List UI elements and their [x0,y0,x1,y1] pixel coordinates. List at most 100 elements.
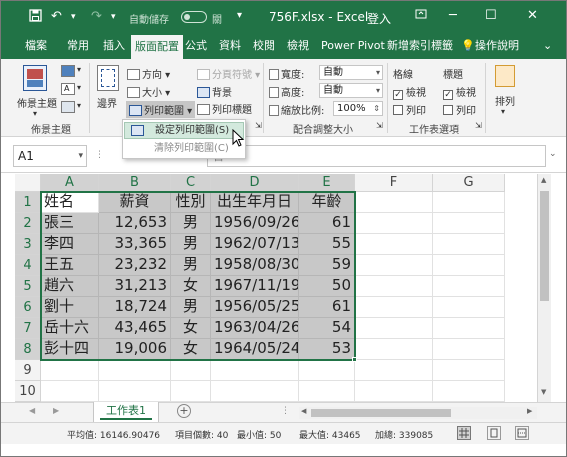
set-print-area-item[interactable]: 設定列印範圍(S) [124,122,244,139]
table-cell[interactable]: 女 [171,318,211,339]
scale-launcher-icon[interactable]: ⇲ [376,121,383,130]
autosave-toggle[interactable] [181,11,207,23]
table-cell[interactable]: 性別 [171,192,211,213]
print-titles-button[interactable]: 列印標題 [197,101,252,116]
table-cell[interactable]: 1963/04/26 [211,318,299,339]
normal-view-icon[interactable] [457,426,471,440]
column-header[interactable]: A [41,174,99,192]
gridlines-print-checkbox[interactable]: 列印 [393,102,426,117]
scroll-left-icon[interactable]: ◀ [301,407,306,415]
scroll-right-icon[interactable]: ▶ [527,407,532,415]
fill-handle[interactable] [352,357,357,362]
table-cell[interactable] [355,360,433,381]
size-button[interactable]: 大小 ▾ [127,84,170,99]
table-cell[interactable] [211,360,299,381]
table-cell[interactable] [171,381,211,402]
row-header[interactable]: 5 [15,276,41,297]
table-cell[interactable] [355,234,433,255]
theme-effects-dropdown-icon[interactable]: ▾ [77,101,81,110]
theme-effects-icon[interactable] [61,101,75,113]
row-header[interactable]: 9 [15,360,41,381]
table-cell[interactable]: 王五 [41,255,99,276]
orientation-button[interactable]: 方向 ▾ [127,66,170,81]
table-cell[interactable]: 男 [171,234,211,255]
height-select[interactable]: 自動 ▾ [319,83,383,98]
table-cell[interactable] [433,318,505,339]
sheet-tab-1[interactable]: 工作表1 [93,402,159,423]
table-cell[interactable] [171,360,211,381]
table-cell[interactable]: 張三 [41,213,99,234]
customize-qat-icon[interactable]: ▾ [237,10,242,21]
column-header[interactable]: D [211,174,299,192]
table-cell[interactable] [433,213,505,234]
arrange-button[interactable]: 排列 [495,93,515,108]
table-cell[interactable]: 33,365 [99,234,171,255]
row-header[interactable]: 3 [15,234,41,255]
undo-icon[interactable]: ↶ [51,9,62,24]
collapse-ribbon-icon[interactable]: ⌄ [539,33,556,59]
table-cell[interactable]: 18,724 [99,297,171,318]
themes-button[interactable]: 佈景主題 [17,95,57,110]
horizontal-scrollbar[interactable]: ◀ ▶ [299,407,537,419]
table-cell[interactable] [433,276,505,297]
table-cell[interactable]: 1956/09/26 [211,213,299,234]
worksheet-grid[interactable]: A B C D E F G 1 姓名 薪資 性別 出生年月日 年齡 2 張三 12,653 男 1956/09/2… [15,174,551,423]
table-cell[interactable]: 李四 [41,234,99,255]
table-cell[interactable]: 姓名 [41,192,99,213]
table-cell[interactable] [355,276,433,297]
column-header[interactable]: B [99,174,171,192]
theme-colors-icon[interactable] [61,65,75,77]
arrange-dropdown-icon[interactable]: ▾ [501,107,505,116]
column-header[interactable]: G [433,174,505,192]
table-cell[interactable]: 19,006 [99,339,171,360]
breaks-button[interactable]: 分頁符號 ▾ [197,66,260,81]
column-header[interactable]: C [171,174,211,192]
table-cell[interactable] [355,297,433,318]
table-cell[interactable]: 男 [171,297,211,318]
formula-input[interactable]: 名 [207,145,546,167]
scroll-up-icon[interactable]: ▲ [541,176,546,184]
table-cell[interactable]: 彭十四 [41,339,99,360]
row-header[interactable]: 7 [15,318,41,339]
table-cell[interactable]: 1967/11/19 [211,276,299,297]
ribbon-display-icon[interactable] [415,8,427,24]
table-cell[interactable]: 男 [171,255,211,276]
table-cell[interactable] [433,297,505,318]
table-cell[interactable]: 男 [171,213,211,234]
table-cell[interactable]: 岳十六 [41,318,99,339]
headings-view-checkbox[interactable]: ✓ 檢視 [443,84,476,100]
table-cell[interactable] [355,255,433,276]
column-header[interactable]: F [355,174,433,192]
page-break-view-icon[interactable] [515,426,529,440]
tab-page-layout[interactable]: 版面配置 [131,35,183,59]
tab-home[interactable]: 常用 [63,33,93,59]
table-cell[interactable] [355,318,433,339]
table-cell[interactable] [433,360,505,381]
scroll-down-icon[interactable]: ▼ [541,388,546,396]
background-button[interactable]: 背景 [197,84,232,99]
table-cell[interactable] [99,381,171,402]
table-cell[interactable] [41,360,99,381]
table-cell[interactable]: 趙六 [41,276,99,297]
print-area-button[interactable]: 列印範圍 ▾ [126,101,196,118]
tab-file[interactable]: 檔案 [21,33,51,59]
table-cell[interactable] [433,192,505,213]
gridlines-view-checkbox[interactable]: ✓ 檢視 [393,84,426,100]
select-all-corner[interactable] [15,174,41,192]
clear-print-area-item[interactable]: 清除列印範圍(C) [124,140,244,157]
table-cell[interactable]: 61 [299,297,355,318]
tab-new-tab[interactable]: 新增索引標籤 [383,33,457,59]
table-cell[interactable] [355,381,433,402]
table-cell[interactable]: 1958/08/30 [211,255,299,276]
margins-button[interactable]: 邊界 [97,95,117,110]
sheet-options-launcher-icon[interactable]: ⇲ [475,121,482,130]
table-cell[interactable]: 31,213 [99,276,171,297]
vertical-scrollbar[interactable]: ▲ ▼ [537,174,551,402]
table-cell[interactable]: 女 [171,276,211,297]
minimize-icon[interactable]: ─ [449,8,457,23]
table-cell[interactable] [433,339,505,360]
table-cell[interactable] [433,381,505,402]
table-cell[interactable]: 61 [299,213,355,234]
theme-colors-dropdown-icon[interactable]: ▾ [77,65,81,74]
table-cell[interactable]: 劉十 [41,297,99,318]
